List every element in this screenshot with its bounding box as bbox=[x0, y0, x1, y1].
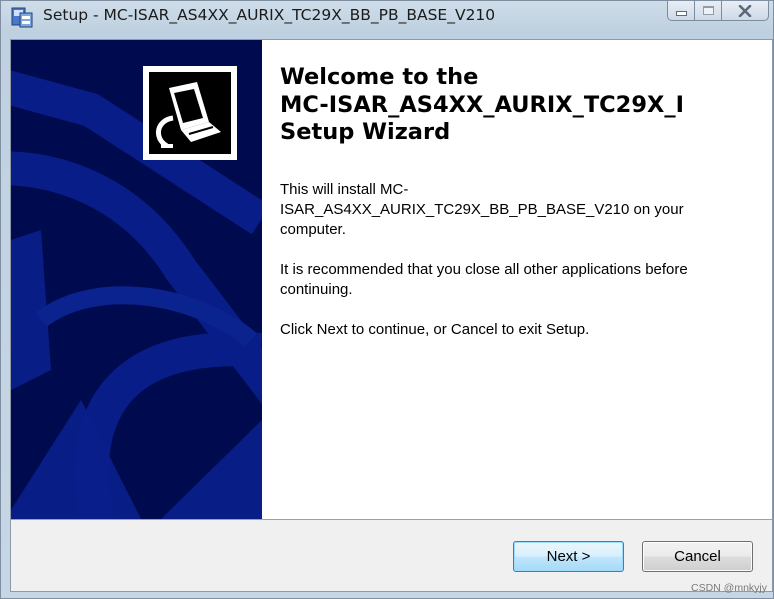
next-button[interactable]: Next > bbox=[513, 541, 624, 572]
setup-installer-icon[interactable] bbox=[10, 5, 34, 29]
heading-line-3: Setup Wizard bbox=[280, 119, 451, 145]
setup-window: Setup - MC-ISAR_AS4XX_AURIX_TC29X_BB_PB_… bbox=[0, 0, 774, 599]
minimize-button[interactable] bbox=[667, 1, 695, 21]
computer-install-icon bbox=[156, 82, 221, 149]
wizard-client-area: Welcome to the MC-ISAR_AS4XX_AURIX_TC29X… bbox=[10, 39, 773, 592]
continue-instruction: Click Next to continue, or Cancel to exi… bbox=[280, 320, 590, 338]
close-apps-recommendation: It is recommended that you close all oth… bbox=[280, 260, 688, 298]
wizard-banner bbox=[11, 40, 262, 519]
wizard-button-bar: Next > Cancel bbox=[11, 519, 772, 591]
maximize-icon bbox=[702, 6, 714, 15]
title-bar[interactable]: Setup - MC-ISAR_AS4XX_AURIX_TC29X_BB_PB_… bbox=[1, 1, 773, 35]
wizard-content: Welcome to the MC-ISAR_AS4XX_AURIX_TC29X… bbox=[280, 64, 750, 340]
installer-logo bbox=[143, 66, 237, 160]
close-button[interactable] bbox=[722, 1, 769, 21]
window-controls bbox=[667, 1, 769, 21]
heading-line-1: Welcome to the bbox=[280, 64, 479, 90]
heading-line-2: MC-ISAR_AS4XX_AURIX_TC29X_I bbox=[280, 91, 684, 118]
minimize-icon bbox=[675, 10, 687, 16]
maximize-button[interactable] bbox=[695, 1, 722, 21]
welcome-heading: Welcome to the MC-ISAR_AS4XX_AURIX_TC29X… bbox=[280, 64, 750, 147]
wizard-page: Welcome to the MC-ISAR_AS4XX_AURIX_TC29X… bbox=[11, 40, 772, 519]
window-title: Setup - MC-ISAR_AS4XX_AURIX_TC29X_BB_PB_… bbox=[43, 6, 496, 24]
cancel-button[interactable]: Cancel bbox=[642, 541, 753, 572]
watermark-text: CSDN @mnkyjy bbox=[691, 582, 767, 594]
close-icon bbox=[738, 4, 752, 17]
install-info-text: This will install MC-ISAR_AS4XX_AURIX_TC… bbox=[280, 180, 684, 238]
